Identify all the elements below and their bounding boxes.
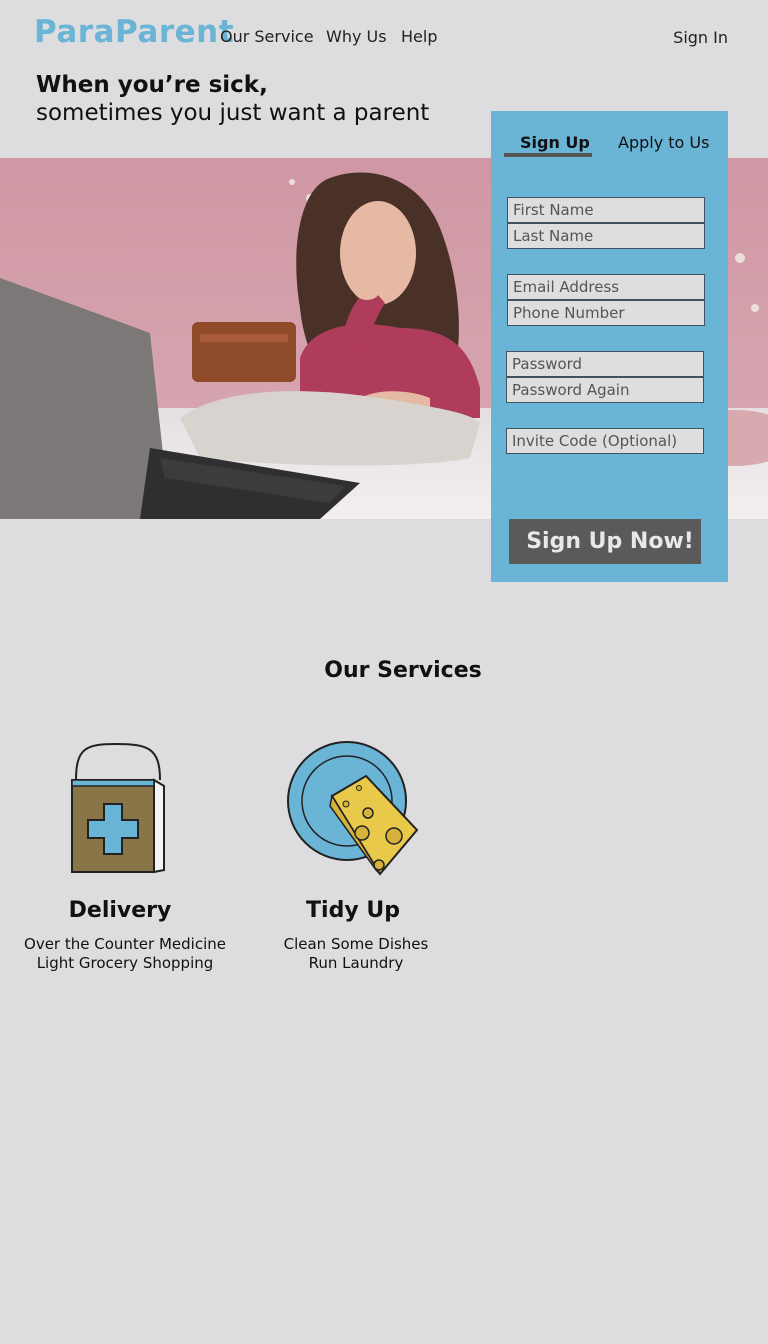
- phone-field[interactable]: [507, 300, 705, 326]
- sign-in-link[interactable]: Sign In: [673, 28, 728, 47]
- service-line: Light Grocery Shopping: [36, 954, 214, 972]
- signup-panel: Sign Up Apply to Us Sign Up Now!: [491, 111, 728, 582]
- nav-help[interactable]: Help: [401, 27, 437, 46]
- service-line: Clean Some Dishes: [283, 935, 429, 953]
- hero-headline: When you’re sick,: [36, 72, 268, 98]
- nav-our-service[interactable]: Our Service: [220, 27, 314, 46]
- last-name-field[interactable]: [507, 223, 705, 249]
- service-title-delivery: Delivery: [68, 898, 172, 923]
- tab-sign-up[interactable]: Sign Up: [520, 133, 590, 152]
- sign-up-now-button[interactable]: Sign Up Now!: [509, 519, 701, 564]
- invite-code-field[interactable]: [506, 428, 704, 454]
- service-line: Over the Counter Medicine: [24, 935, 226, 953]
- medicine-bag-icon: [66, 740, 172, 876]
- plate-sponge-icon: [284, 736, 424, 878]
- nav-why-us[interactable]: Why Us: [326, 27, 387, 46]
- services-title: Our Services: [324, 658, 482, 683]
- password-field[interactable]: [506, 351, 704, 377]
- tab-apply-to-us[interactable]: Apply to Us: [618, 133, 709, 152]
- email-field[interactable]: [507, 274, 705, 300]
- first-name-field[interactable]: [507, 197, 705, 223]
- service-title-tidy-up: Tidy Up: [306, 898, 400, 923]
- logo[interactable]: ParaParent: [34, 14, 234, 50]
- hero-subheadline: sometimes you just want a parent: [36, 100, 430, 126]
- password-again-field[interactable]: [506, 377, 704, 403]
- service-line: Run Laundry: [308, 954, 404, 972]
- active-tab-indicator: [504, 153, 592, 157]
